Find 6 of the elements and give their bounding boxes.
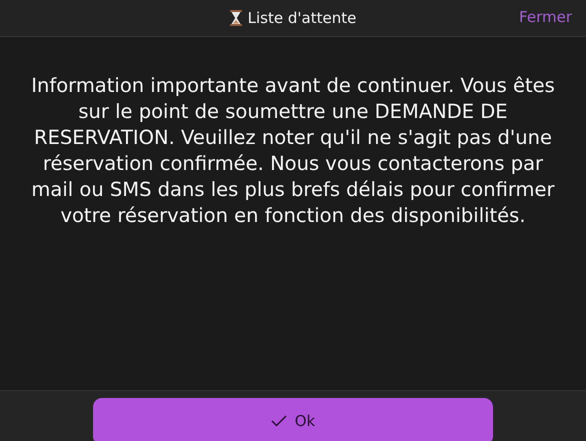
dialog-title: Liste d'attente xyxy=(248,9,356,27)
info-message: Information importante avant de continuer. Vous êtes sur le point de soumettre une DEMANDE DE RESERVATION. Veuillez noter qu'il ne s'agit pas d'une réservation confirmée. Nous vous contacterons par mail ou SMS dans les plus brefs délais pour confirmer votre réservation en fonction des disponibilités. xyxy=(30,73,556,229)
close-link[interactable]: Fermer xyxy=(519,8,572,26)
checkmark-icon xyxy=(270,414,287,426)
ok-button[interactable]: Ok xyxy=(93,398,493,441)
hourglass-icon xyxy=(230,10,242,26)
